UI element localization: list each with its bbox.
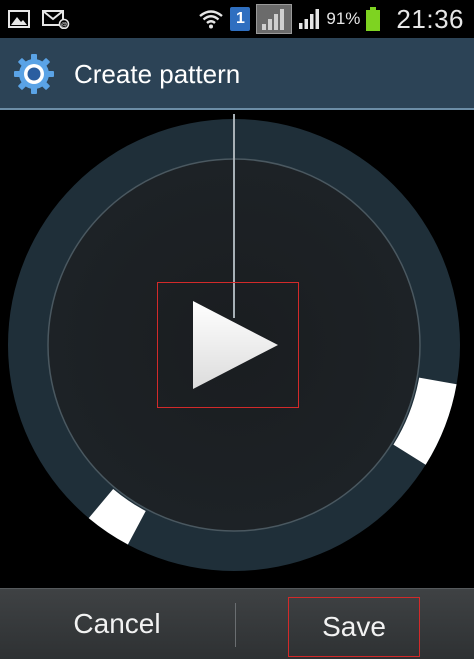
wifi-icon [198,8,224,30]
pattern-area [0,110,474,588]
gallery-icon [8,10,30,28]
email-notification-icon: @ [42,9,70,29]
battery-icon [366,7,381,31]
title-bar: Create pattern [0,38,474,110]
svg-text:@: @ [61,22,68,29]
signal-icon [298,8,322,30]
screen: @ 1 91% 21:36 Create pattern Cancel Save [0,0,474,659]
status-system: 1 91% 21:36 [198,4,464,34]
status-bar: @ 1 91% 21:36 [0,0,474,38]
button-divider [235,603,236,647]
gear-icon [12,52,56,96]
save-button[interactable]: Save [288,597,420,657]
cancel-button[interactable]: Cancel [0,589,234,659]
play-button[interactable] [157,282,299,408]
bottom-action-bar: Cancel Save [0,588,474,659]
sim-icon: 1 [230,7,251,31]
signal-blocked-icon [256,4,293,34]
page-title: Create pattern [74,59,241,89]
play-icon [193,301,278,389]
status-notifications: @ [8,7,70,31]
battery-percent: 91% [326,9,361,28]
clock: 21:36 [396,3,464,34]
